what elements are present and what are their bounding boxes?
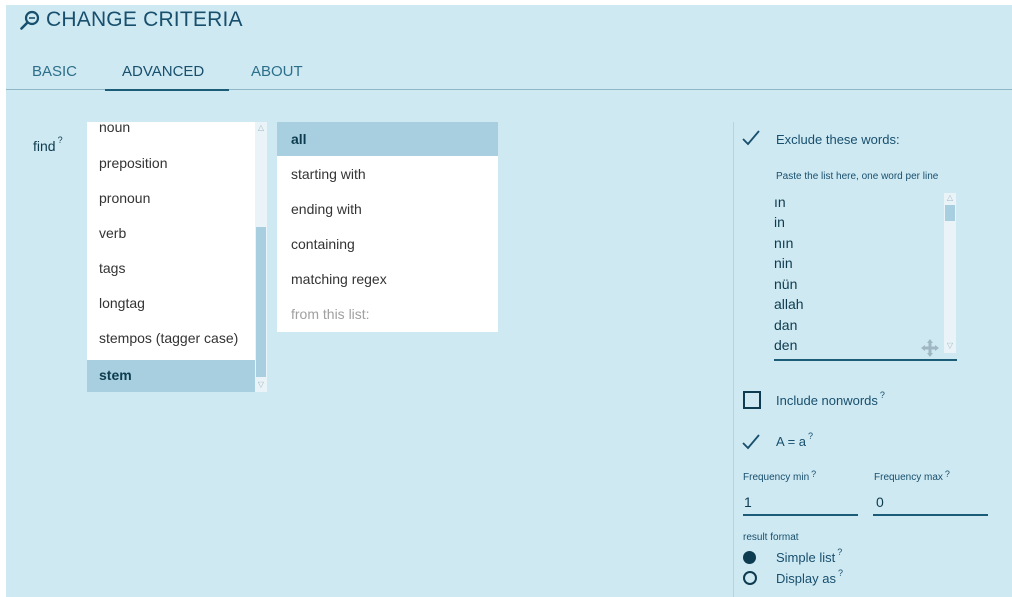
include-nonwords-label: Include nonwords? xyxy=(776,390,885,408)
frequency-min-input[interactable]: 1 xyxy=(744,494,752,510)
simple-list-help-icon[interactable]: ? xyxy=(837,547,842,557)
simple-list-radio[interactable] xyxy=(743,551,756,564)
exclude-textarea-scrollbar[interactable]: △ ▽ xyxy=(944,193,956,353)
exclude-words-textarea[interactable]: ın in nın nin nün allah dan den xyxy=(774,193,957,361)
scroll-down-icon[interactable]: ▽ xyxy=(944,341,956,350)
frequency-min-label: Frequency min? xyxy=(743,469,817,483)
exclude-word: allah xyxy=(774,296,804,312)
include-nonwords-help-icon[interactable]: ? xyxy=(880,390,885,400)
exclude-word: nin xyxy=(774,255,793,271)
find-option-tags[interactable]: tags xyxy=(99,260,125,276)
tab-about[interactable]: ABOUT xyxy=(251,63,303,80)
match-type-listbox[interactable]: all starting with ending with containing… xyxy=(277,122,498,332)
search-icon xyxy=(20,10,40,30)
simple-list-label: Simple list? xyxy=(776,547,843,565)
result-format-label: result format xyxy=(743,532,799,543)
scroll-down-icon[interactable]: ▽ xyxy=(255,380,267,389)
frequency-min-underline xyxy=(743,514,858,516)
exclude-word: ın xyxy=(774,194,786,210)
match-option-all-label: all xyxy=(291,131,307,147)
find-option-longtag[interactable]: longtag xyxy=(99,295,145,311)
frequency-max-underline xyxy=(873,514,988,516)
scrollbar-thumb[interactable] xyxy=(945,205,955,221)
match-option-all[interactable]: all xyxy=(277,122,498,156)
panel-title-text: CHANGE CRITERIA xyxy=(46,8,243,31)
exclude-word: in xyxy=(774,214,785,230)
column-divider xyxy=(733,122,734,597)
find-option-noun[interactable]: noun xyxy=(99,122,130,135)
exclude-checkmark-icon[interactable] xyxy=(741,128,761,148)
match-option-matching-regex[interactable]: matching regex xyxy=(291,271,387,287)
frequency-min-help-icon[interactable]: ? xyxy=(811,469,816,479)
display-as-radio[interactable] xyxy=(743,571,757,585)
resize-handle-icon[interactable] xyxy=(920,338,940,358)
display-as-help-icon[interactable]: ? xyxy=(838,568,843,578)
frequency-max-input[interactable]: 0 xyxy=(876,494,884,510)
scroll-up-icon[interactable]: △ xyxy=(255,123,267,132)
find-option-stempos[interactable]: stempos (tagger case) xyxy=(99,330,238,346)
exclude-word: dan xyxy=(774,317,798,333)
tab-basic[interactable]: BASIC xyxy=(32,63,77,80)
exclude-word: nün xyxy=(774,276,798,292)
match-option-ending-with[interactable]: ending with xyxy=(291,201,362,217)
active-tab-indicator xyxy=(105,89,229,91)
case-insensitive-help-icon[interactable]: ? xyxy=(808,431,813,441)
match-option-containing[interactable]: containing xyxy=(291,236,355,252)
exclude-word: den xyxy=(774,337,798,353)
case-insensitive-checkmark-icon[interactable] xyxy=(741,432,761,452)
panel-title: CHANGE CRITERIA xyxy=(20,8,243,32)
find-option-pronoun[interactable]: pronoun xyxy=(99,190,150,206)
find-option-stem[interactable]: stem xyxy=(87,360,255,392)
find-label: find? xyxy=(33,135,63,154)
match-option-from-list[interactable]: from this list: xyxy=(291,306,370,322)
exclude-textarea-underline xyxy=(774,359,957,361)
case-insensitive-label: A = a? xyxy=(776,431,814,449)
exclude-words-hint: Paste the list here, one word per line xyxy=(776,171,939,182)
match-option-starting-with[interactable]: starting with xyxy=(291,166,366,182)
find-option-stem-label: stem xyxy=(99,367,132,383)
include-nonwords-checkbox[interactable] xyxy=(743,391,761,409)
find-type-listbox[interactable]: noun preposition pronoun verb tags longt… xyxy=(87,122,267,392)
find-listbox-scrollbar[interactable]: △ ▽ xyxy=(255,122,267,392)
frequency-max-label: Frequency max? xyxy=(874,469,950,483)
scroll-up-icon[interactable]: △ xyxy=(944,193,956,202)
exclude-word: nın xyxy=(774,235,794,251)
find-option-preposition[interactable]: preposition xyxy=(99,155,168,171)
scrollbar-thumb[interactable] xyxy=(256,227,266,377)
tab-advanced[interactable]: ADVANCED xyxy=(122,63,204,80)
display-as-label: Display as? xyxy=(776,568,843,586)
criteria-panel: CHANGE CRITERIA BASIC ADVANCED ABOUT fin… xyxy=(6,5,1012,597)
find-option-verb[interactable]: verb xyxy=(99,225,126,241)
exclude-words-label: Exclude these words: xyxy=(776,132,900,147)
find-help-icon[interactable]: ? xyxy=(58,135,63,145)
frequency-max-help-icon[interactable]: ? xyxy=(945,469,950,479)
